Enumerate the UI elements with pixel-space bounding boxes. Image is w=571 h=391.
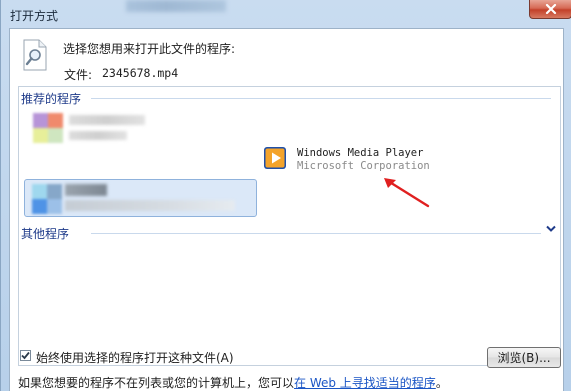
chevron-down-icon[interactable]	[546, 225, 556, 233]
footer-hint: 如果您想要的程序不在列表或您的计算机上，您可以在 Web 上寻找适当的程序。	[18, 374, 448, 391]
program-list: 推荐的程序 Windows Media Player Microsoft Cor…	[18, 86, 561, 366]
always-use-checkbox[interactable]	[20, 350, 31, 361]
program-item-selected[interactable]	[24, 179, 257, 217]
select-program-prompt: 选择您想用来打开此文件的程序:	[63, 42, 236, 56]
browse-button[interactable]: 浏览(B)...	[487, 347, 561, 368]
blurred-region	[126, 0, 226, 12]
blurred-program-company	[69, 131, 127, 140]
always-use-label[interactable]: 始终使用选择的程序打开这种文件(A)	[36, 349, 234, 366]
footer-text-after: 。	[435, 376, 448, 390]
find-program-online-link[interactable]: 在 Web 上寻找适当的程序	[294, 376, 436, 390]
red-arrow-annotation	[384, 178, 430, 208]
program-item-blurred-1[interactable]	[33, 111, 247, 149]
open-with-dialog: 打开方式 选择您想用来打开此文件的程序: 文件: 2345678.mp4 推荐的…	[0, 0, 571, 391]
blurred-program-name	[65, 184, 107, 196]
other-programs-heading[interactable]: 其他程序	[21, 225, 69, 242]
close-icon	[545, 4, 556, 14]
other-divider	[91, 233, 541, 234]
blurred-program-company	[65, 200, 235, 211]
close-button[interactable]	[529, 0, 571, 19]
window-title: 打开方式	[10, 9, 59, 23]
checkmark-icon	[21, 351, 30, 360]
dialog-content: 选择您想用来打开此文件的程序: 文件: 2345678.mp4 推荐的程序 Wi…	[9, 28, 564, 391]
file-label: 文件:	[64, 68, 93, 82]
footer-text-before: 如果您想要的程序不在列表或您的计算机上，您可以	[18, 376, 295, 390]
program-company: Microsoft Corporation	[297, 160, 430, 172]
blurred-program-icon	[33, 113, 63, 143]
windows-media-player-icon	[264, 147, 286, 169]
program-name: Windows Media Player	[297, 147, 424, 159]
file-name: 2345678.mp4	[102, 66, 179, 80]
title-bar: 打开方式	[1, 0, 571, 28]
blurred-program-icon	[32, 184, 62, 214]
blurred-program-name	[69, 115, 145, 125]
file-search-icon	[23, 39, 47, 71]
recommended-divider	[91, 98, 551, 99]
recommended-programs-heading[interactable]: 推荐的程序	[21, 90, 81, 107]
